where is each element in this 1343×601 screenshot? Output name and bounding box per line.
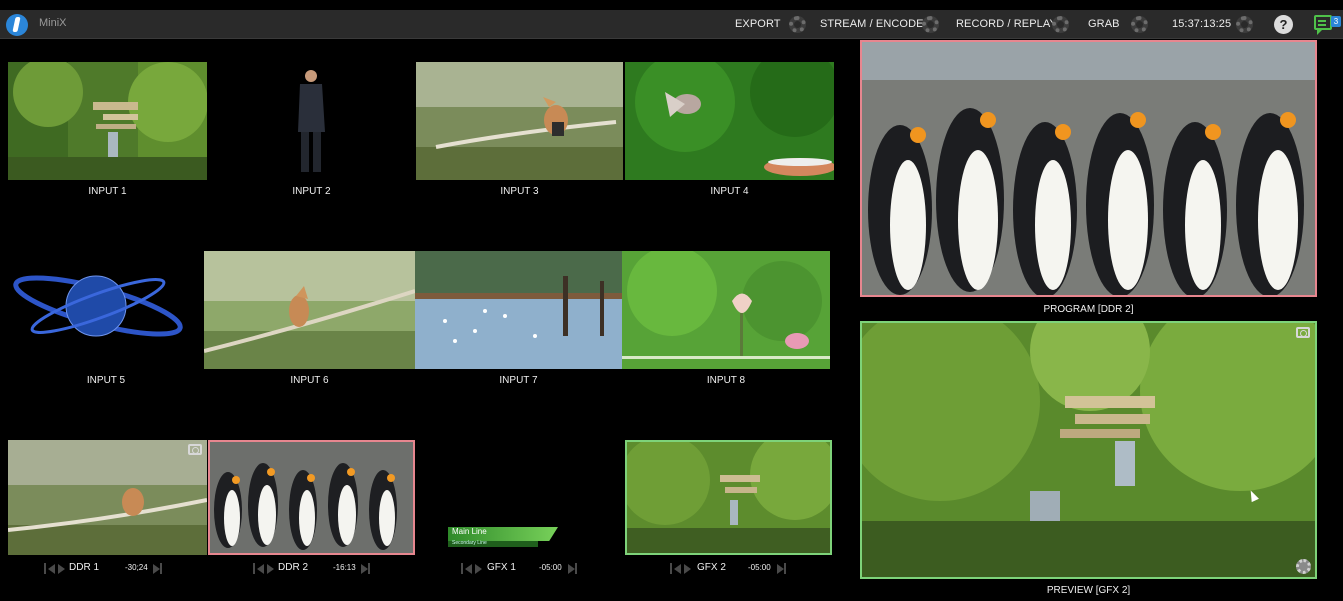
ddr-2-controls: DDR 2 -16:13 bbox=[208, 562, 415, 576]
export-menu[interactable]: EXPORT bbox=[735, 18, 781, 30]
gfx-1-controls: GFX 1 -05:00 bbox=[416, 562, 623, 576]
input-3-label: INPUT 3 bbox=[500, 186, 539, 197]
ddr-1-rewind-icon[interactable] bbox=[48, 564, 55, 574]
preview-snapshot-camera-icon[interactable] bbox=[1296, 327, 1310, 338]
grab-settings-gear-icon[interactable] bbox=[1131, 16, 1148, 33]
input-6-label: INPUT 6 bbox=[290, 375, 329, 386]
ddr-1-next-icon[interactable] bbox=[153, 564, 160, 574]
ddr-1-end-icon[interactable] bbox=[160, 563, 162, 574]
notifications-chat-icon[interactable] bbox=[1314, 15, 1332, 35]
input-1-thumbnail[interactable] bbox=[8, 62, 207, 180]
stream-encode-menu[interactable]: STREAM / ENCODE bbox=[820, 18, 924, 30]
gfx-1-end-icon[interactable] bbox=[575, 563, 577, 574]
hoopoe-branch-image bbox=[204, 251, 415, 369]
ddr-2-next-icon[interactable] bbox=[361, 564, 368, 574]
gfx-2-end-icon[interactable] bbox=[784, 563, 786, 574]
input-3-thumbnail[interactable] bbox=[416, 62, 623, 180]
ddr-2-prev-icon[interactable] bbox=[253, 563, 255, 574]
gfx-2-forest-house-image bbox=[625, 440, 832, 555]
input-2-thumbnail[interactable] bbox=[212, 62, 411, 180]
ddr-2-thumbnail[interactable] bbox=[208, 440, 415, 555]
clock-settings-gear-icon[interactable] bbox=[1236, 16, 1253, 33]
ddr-2-time: -16:13 bbox=[333, 563, 356, 572]
ddr-1-hoopoe-image bbox=[8, 440, 207, 555]
gfx-1-subtitle-bar: Secondary Line bbox=[448, 540, 538, 547]
ddr-2-penguins-image bbox=[208, 440, 415, 555]
gfx-1-prev-icon[interactable] bbox=[461, 563, 463, 574]
program-monitor[interactable] bbox=[860, 40, 1317, 297]
presenter-image bbox=[212, 62, 411, 180]
input-8-thumbnail[interactable] bbox=[622, 251, 830, 369]
gfx-2-time: -05:00 bbox=[748, 563, 771, 572]
gfx-2-controls: GFX 2 -05:00 bbox=[625, 562, 832, 576]
top-toolbar: MiniX EXPORT STREAM / ENCODE RECORD / RE… bbox=[0, 10, 1343, 39]
gfx-2-play-icon[interactable] bbox=[684, 564, 691, 574]
input-4-label: INPUT 4 bbox=[710, 186, 749, 197]
gfx-1-lower-third: Main Line bbox=[448, 527, 558, 541]
gfx-2-next-icon[interactable] bbox=[777, 564, 784, 574]
ddr-1-prev-icon[interactable] bbox=[44, 563, 46, 574]
ddr-1-controls: DDR 1 -30;24 bbox=[8, 562, 207, 576]
ddr-2-name: DDR 2 bbox=[278, 562, 309, 573]
gfx-1-name: GFX 1 bbox=[487, 562, 516, 573]
stream-settings-gear-icon[interactable] bbox=[922, 16, 939, 33]
help-icon[interactable]: ? bbox=[1274, 15, 1293, 34]
gfx-2-thumbnail[interactable] bbox=[625, 440, 832, 555]
snapshot-camera-icon[interactable] bbox=[188, 444, 202, 455]
ddr-2-rewind-icon[interactable] bbox=[257, 564, 264, 574]
preview-forest-house-image bbox=[860, 321, 1317, 579]
input-1-label: INPUT 1 bbox=[88, 186, 127, 197]
ddr-1-play-icon[interactable] bbox=[58, 564, 65, 574]
gfx-2-name: GFX 2 bbox=[697, 562, 726, 573]
grab-menu[interactable]: GRAB bbox=[1088, 18, 1120, 30]
gfx-1-rewind-icon[interactable] bbox=[465, 564, 472, 574]
gfx-1-subtitle: Secondary Line bbox=[452, 540, 487, 546]
app-logo-icon[interactable] bbox=[6, 14, 28, 36]
gfx-2-rewind-icon[interactable] bbox=[674, 564, 681, 574]
forest-house-image bbox=[8, 62, 207, 180]
preview-label: PREVIEW [GFX 2] bbox=[1046, 585, 1131, 596]
gfx-1-title: Main Line bbox=[452, 527, 487, 536]
gfx-2-prev-icon[interactable] bbox=[670, 563, 672, 574]
input-5-label: INPUT 5 bbox=[86, 375, 126, 386]
ddr-1-name: DDR 1 bbox=[69, 562, 100, 573]
hoopoe-bird-image bbox=[416, 62, 623, 180]
ddr-1-thumbnail[interactable] bbox=[8, 440, 207, 555]
ddr-2-end-icon[interactable] bbox=[368, 563, 370, 574]
bird-feeder-image bbox=[625, 62, 834, 180]
gfx-1-next-icon[interactable] bbox=[568, 564, 575, 574]
input-8-label: INPUT 8 bbox=[706, 375, 746, 386]
input-4-thumbnail[interactable] bbox=[625, 62, 834, 180]
lake-birds-image bbox=[415, 251, 622, 369]
preview-settings-gear-icon[interactable] bbox=[1296, 559, 1311, 574]
gfx-1-play-icon[interactable] bbox=[475, 564, 482, 574]
gfx-1-time: -05:00 bbox=[539, 563, 562, 572]
timecode-clock: 15:37:13:25 bbox=[1172, 18, 1232, 30]
record-settings-gear-icon[interactable] bbox=[1052, 16, 1069, 33]
input-2-label: INPUT 2 bbox=[292, 186, 331, 197]
input-5-thumbnail[interactable] bbox=[8, 251, 204, 369]
ddr-1-time: -30;24 bbox=[125, 563, 148, 572]
input-6-thumbnail[interactable] bbox=[204, 251, 415, 369]
input-7-thumbnail[interactable] bbox=[415, 251, 622, 369]
lotus-flower-image bbox=[622, 251, 830, 369]
ddr-2-play-icon[interactable] bbox=[267, 564, 274, 574]
notification-count-badge: 3 bbox=[1331, 16, 1341, 27]
program-label: PROGRAM [DDR 2] bbox=[1043, 304, 1134, 315]
program-penguins-image bbox=[860, 40, 1317, 297]
gfx-1-thumbnail[interactable]: Main Line Secondary Line bbox=[416, 440, 623, 555]
input-7-label: INPUT 7 bbox=[499, 375, 538, 386]
preview-monitor[interactable] bbox=[860, 321, 1317, 579]
app-name: MiniX bbox=[39, 17, 67, 29]
globe-graphic-image bbox=[8, 251, 204, 369]
record-replay-menu[interactable]: RECORD / REPLAY bbox=[956, 18, 1057, 30]
export-settings-gear-icon[interactable] bbox=[789, 16, 806, 33]
